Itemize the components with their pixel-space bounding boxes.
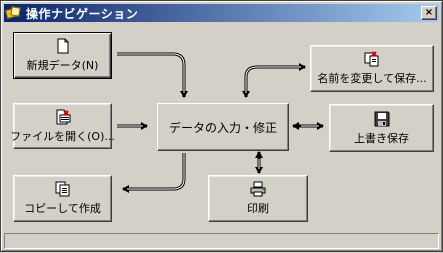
title-bar: 操作ナビゲーション ×	[4, 4, 439, 22]
open-file-icon	[56, 109, 70, 124]
open-file-label: ファイルを開く(O)...	[10, 129, 115, 143]
data-entry-button[interactable]: データの入力・修正	[157, 103, 289, 151]
new-data-button[interactable]: 新規データ(N)	[13, 32, 112, 79]
print-label: 印刷	[247, 202, 269, 215]
printer-icon	[250, 181, 266, 197]
save-as-icon	[364, 51, 379, 67]
copy-create-button[interactable]: コピーして作成	[13, 175, 112, 222]
new-document-icon	[57, 38, 68, 54]
overwrite-save-button[interactable]: 上書き保存	[329, 104, 434, 152]
copy-documents-icon	[55, 181, 69, 197]
copy-create-label: コピーして作成	[24, 202, 101, 215]
save-as-button[interactable]: 名前を変更して保存...	[310, 45, 434, 92]
status-bar	[4, 233, 439, 249]
save-as-label: 名前を変更して保存...	[317, 72, 427, 85]
close-button[interactable]: ×	[421, 6, 437, 20]
open-file-button[interactable]: ファイルを開く(O)...	[10, 103, 115, 149]
app-icon	[4, 6, 22, 20]
new-data-label: 新規データ(N)	[26, 59, 99, 72]
print-button[interactable]: 印刷	[208, 175, 308, 222]
overwrite-save-label: 上書き保存	[354, 131, 409, 145]
navigation-window: 操作ナビゲーション × 新規データ(N) ファイルを開く(O)... コピーして…	[0, 0, 443, 252]
data-entry-label: データの入力・修正	[168, 120, 277, 135]
window-title: 操作ナビゲーション	[26, 6, 139, 21]
floppy-disk-icon	[374, 111, 389, 126]
